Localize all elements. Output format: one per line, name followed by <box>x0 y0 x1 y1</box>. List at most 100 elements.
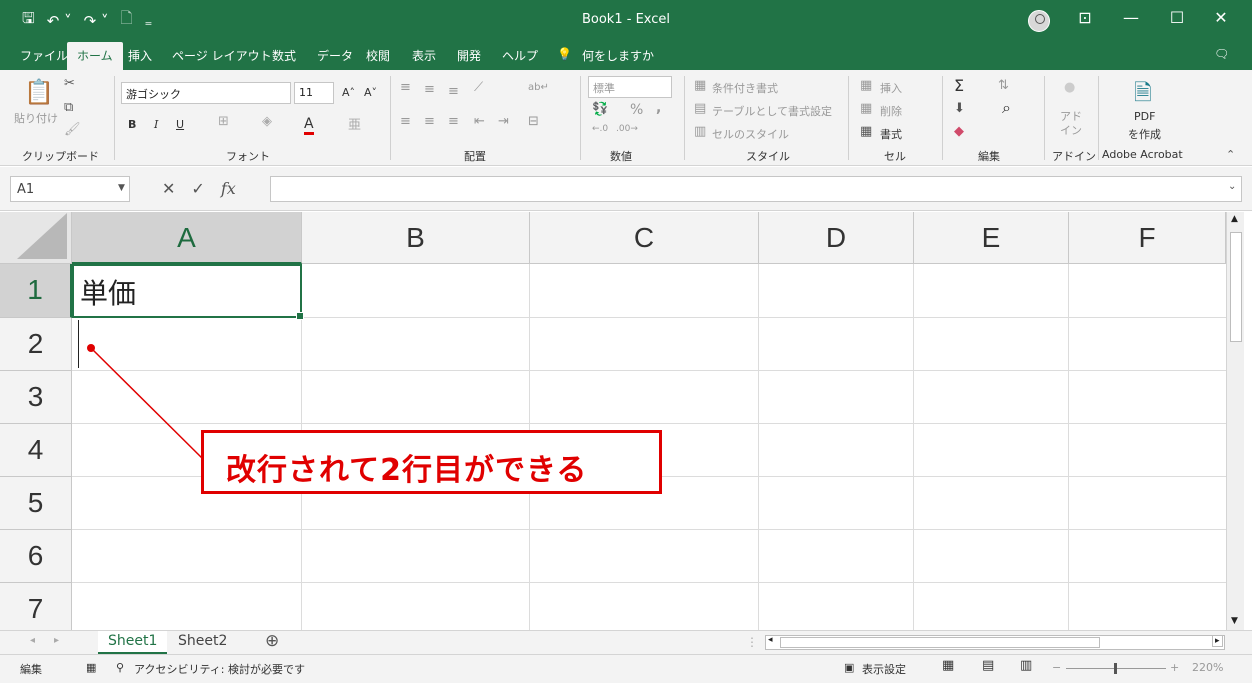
cut-icon[interactable]: ✂ <box>64 76 75 91</box>
maximize-button[interactable]: ☐ <box>1162 8 1192 27</box>
row-header-6[interactable]: 6 <box>0 530 72 583</box>
sort-filter-icon[interactable]: ⇅ <box>998 78 1009 93</box>
zoom-out-icon[interactable]: − <box>1052 661 1061 674</box>
tab-splitter-icon[interactable]: ⋮ <box>746 635 758 649</box>
tab-insert[interactable]: 挿入 <box>128 47 152 64</box>
delete-cells-button[interactable]: 削除 <box>880 103 902 119</box>
sheet-tab-sheet1[interactable]: Sheet1 <box>98 631 168 654</box>
paste-icon[interactable]: 📋 <box>24 78 54 106</box>
decrease-decimal-icon[interactable]: .00→ <box>616 124 638 134</box>
autosum-button[interactable]: Σ <box>954 76 964 95</box>
merge-center-icon[interactable]: ⊟ <box>528 114 539 129</box>
sheet-tab-sheet2[interactable]: Sheet2 <box>168 631 237 654</box>
row-header-2[interactable]: 2 <box>0 318 72 371</box>
scroll-down-icon[interactable]: ▼ <box>1231 616 1238 626</box>
name-box[interactable]: A1 <box>10 176 130 202</box>
percent-button[interactable]: % <box>630 102 643 118</box>
align-bottom-icon[interactable]: ≡ <box>448 84 459 99</box>
tab-page-layout[interactable]: ページ レイアウト <box>172 47 272 64</box>
align-top-icon[interactable]: ≡ <box>400 80 411 95</box>
tab-help[interactable]: ヘルプ <box>502 47 538 64</box>
insert-function-icon[interactable]: fx <box>221 179 236 198</box>
expand-formula-bar-icon[interactable]: ⌄ <box>1228 181 1236 192</box>
find-select-button[interactable]: ⌕ <box>1002 98 1011 118</box>
accessibility-icon[interactable]: ⚲ <box>116 661 124 674</box>
underline-button[interactable]: U <box>176 118 184 131</box>
display-settings-icon[interactable]: ▣ <box>844 661 854 674</box>
prev-sheet-icon[interactable]: ◂ <box>30 635 35 646</box>
format-table-icon[interactable]: ▤ <box>694 101 706 116</box>
decrease-indent-icon[interactable]: ⇤ <box>474 114 485 129</box>
collapse-ribbon-icon[interactable]: ⌃ <box>1226 148 1235 161</box>
copy-icon[interactable]: ⧉ <box>64 100 73 115</box>
row-header-5[interactable]: 5 <box>0 477 72 530</box>
tab-data[interactable]: データ <box>317 47 353 64</box>
worksheet-grid[interactable]: A B C D E F 1 2 3 4 5 6 7 単価 <box>0 212 1226 630</box>
addins-button[interactable]: アド イン <box>1060 110 1082 138</box>
pdf-icon[interactable]: 🗎 <box>1134 76 1152 114</box>
number-format-select[interactable]: 標準 <box>588 76 672 98</box>
zoom-in-icon[interactable]: + <box>1170 661 1179 674</box>
addins-icon[interactable]: ● <box>1064 80 1075 95</box>
row-header-4[interactable]: 4 <box>0 424 72 477</box>
page-break-view-icon[interactable]: ▥ <box>1020 658 1032 673</box>
column-header-e[interactable]: E <box>914 212 1069 264</box>
format-cells-icon[interactable]: ▦ <box>860 124 872 139</box>
column-header-c[interactable]: C <box>530 212 759 264</box>
close-button[interactable]: ✕ <box>1206 8 1236 27</box>
row-header-7[interactable]: 7 <box>0 583 72 630</box>
formula-input[interactable] <box>270 176 1242 202</box>
insert-cells-icon[interactable]: ▦ <box>860 78 872 93</box>
tab-file[interactable]: ファイル <box>20 47 68 64</box>
font-name-select[interactable]: 游ゴシック <box>121 82 291 104</box>
format-as-table-button[interactable]: テーブルとして書式設定 <box>712 103 832 119</box>
ribbon-display-icon[interactable]: ⊡ <box>1070 8 1100 27</box>
wrap-text-icon[interactable]: ab↵ <box>528 82 549 93</box>
cell-styles-button[interactable]: セルのスタイル <box>712 126 789 142</box>
select-all-corner[interactable] <box>0 212 72 264</box>
page-layout-view-icon[interactable]: ▤ <box>982 658 994 673</box>
column-header-f[interactable]: F <box>1069 212 1226 264</box>
vertical-scroll-thumb[interactable] <box>1230 232 1242 342</box>
increase-decimal-icon[interactable]: ←.0 <box>592 124 608 134</box>
zoom-slider-thumb[interactable] <box>1114 663 1117 674</box>
tab-developer[interactable]: 開発 <box>457 47 481 64</box>
accounting-format-icon[interactable]: 💱 <box>592 102 608 117</box>
display-settings-button[interactable]: 表示設定 <box>862 661 906 677</box>
scroll-right-icon[interactable]: ▸ <box>1212 635 1223 647</box>
column-header-d[interactable]: D <box>759 212 914 264</box>
vertical-scrollbar[interactable]: ▲ ▼ <box>1226 212 1244 630</box>
align-left-icon[interactable]: ≡ <box>400 114 411 129</box>
borders-icon[interactable]: ⊞ <box>218 114 229 129</box>
phonetic-icon[interactable]: 亜 <box>348 114 361 133</box>
format-painter-icon[interactable]: 🖌 <box>64 122 81 137</box>
paste-button[interactable]: 貼り付け <box>14 110 58 126</box>
fill-icon[interactable]: ⬇ <box>954 101 965 116</box>
accessibility-status[interactable]: アクセシビリティ: 検討が必要です <box>134 661 305 677</box>
confirm-entry-icon[interactable]: ✓ <box>191 179 204 198</box>
tab-home[interactable]: ホーム <box>67 42 123 70</box>
add-sheet-button[interactable]: ⊕ <box>265 631 279 651</box>
create-pdf-line1[interactable]: PDF <box>1134 110 1155 123</box>
align-middle-icon[interactable]: ≡ <box>424 82 435 97</box>
create-pdf-line2[interactable]: を作成 <box>1128 126 1161 142</box>
shrink-font-button[interactable]: A˅ <box>364 86 377 99</box>
clear-icon[interactable]: ◆ <box>954 124 964 139</box>
scroll-left-icon[interactable]: ◂ <box>768 635 773 645</box>
cell-styles-icon[interactable]: ▥ <box>694 124 706 139</box>
row-header-1[interactable]: 1 <box>0 264 72 318</box>
tab-formulas[interactable]: 数式 <box>272 47 296 64</box>
italic-button[interactable]: I <box>154 118 158 131</box>
conditional-format-icon[interactable]: ▦ <box>694 78 706 93</box>
macro-record-icon[interactable]: ▦ <box>86 661 96 674</box>
row-header-3[interactable]: 3 <box>0 371 72 424</box>
name-box-dropdown-icon[interactable]: ▼ <box>118 183 125 193</box>
cancel-entry-icon[interactable]: ✕ <box>162 179 175 198</box>
column-header-a[interactable]: A <box>72 212 302 264</box>
font-size-select[interactable]: 11 <box>294 82 334 104</box>
conditional-format-button[interactable]: 条件付き書式 <box>712 80 778 96</box>
horizontal-scroll-thumb[interactable] <box>780 637 1100 648</box>
comments-icon[interactable]: 🗨 <box>1214 47 1229 61</box>
format-cells-button[interactable]: 書式 <box>880 126 902 142</box>
horizontal-scrollbar[interactable]: ◂ <box>765 635 1225 650</box>
